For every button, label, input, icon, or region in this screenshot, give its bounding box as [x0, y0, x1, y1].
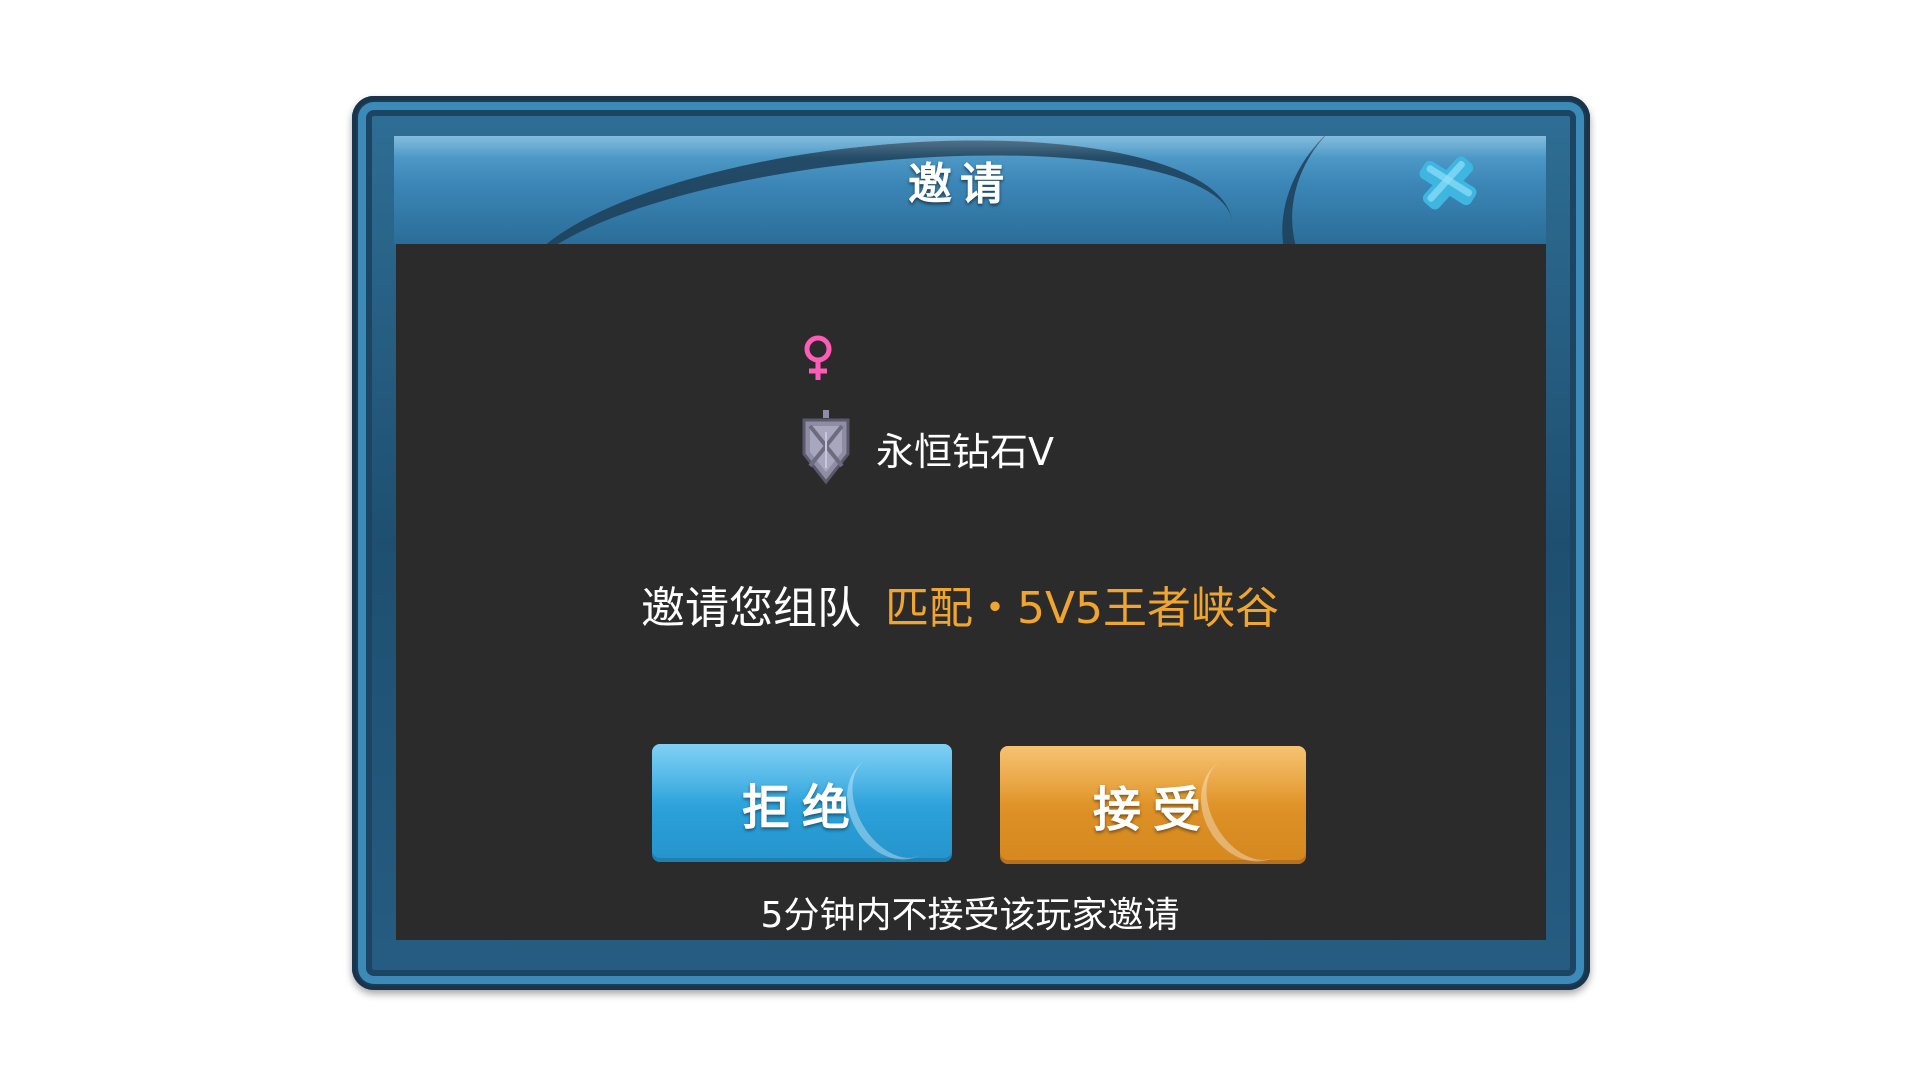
close-x-icon: [1419, 156, 1477, 210]
reject-button-label: 拒绝: [741, 780, 862, 836]
rank-label: 永恒钻石V: [876, 429, 1054, 474]
female-symbol-icon: [800, 334, 836, 382]
game-mode-text: 匹配・5V5王者峡谷: [884, 583, 1280, 634]
accept-button-label: 接受: [1092, 782, 1213, 838]
block-invites-note[interactable]: 5分钟内不接受该玩家邀请: [0, 886, 1920, 938]
player-rank: 永恒钻石V: [798, 408, 1054, 488]
invite-prefix-text: 邀请您组队: [640, 583, 861, 634]
close-button[interactable]: [1410, 150, 1486, 216]
dialog-title: 邀请: [908, 159, 1012, 210]
accept-button[interactable]: 接受: [1000, 746, 1306, 864]
reject-button[interactable]: 拒绝: [652, 744, 952, 862]
invite-message: 邀请您组队 匹配・5V5王者峡谷: [0, 572, 1920, 636]
invite-screen: 邀请 永恒钻石V 邀请您组队 匹配・5V5王者峡谷 拒绝 接受 5分钟内不接受该…: [0, 0, 1920, 1080]
diamond-rank-badge-icon: [802, 410, 850, 485]
